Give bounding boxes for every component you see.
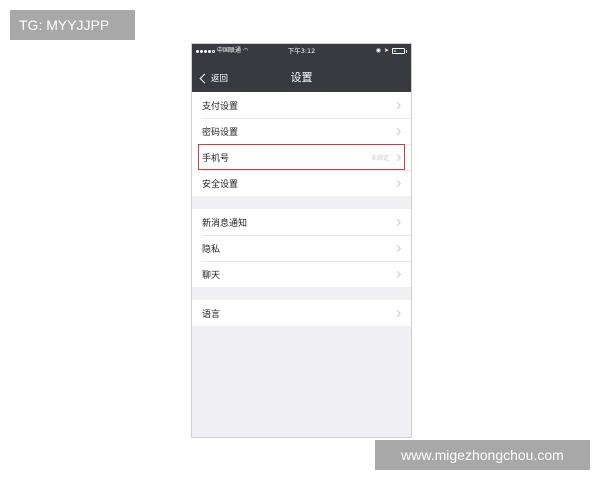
- row-label: 密码设置: [202, 127, 239, 138]
- row-label: 聊天: [202, 270, 221, 281]
- row-chat[interactable]: 聊天: [192, 261, 411, 287]
- row-new-message-notification[interactable]: 新消息通知: [192, 209, 411, 235]
- status-right: ◉ ➤: [376, 47, 407, 55]
- chevron-right-icon: [393, 179, 402, 187]
- row-privacy[interactable]: 隐私: [192, 235, 411, 261]
- watermark-tag: TG: MYYJJPP: [10, 10, 135, 40]
- chevron-right-icon: [393, 309, 402, 317]
- row-payment-settings[interactable]: 支付设置: [192, 92, 411, 118]
- battery-tip: [406, 49, 407, 53]
- battery-fill: [394, 50, 396, 53]
- alarm-icon: ◉: [375, 47, 381, 54]
- settings-group-account: 支付设置 密码设置 手机号 未绑定 安全设置: [192, 92, 411, 196]
- settings-group-language: 语言: [192, 300, 411, 326]
- location-icon: ➤: [383, 47, 389, 54]
- chevron-right-icon: [393, 218, 402, 226]
- row-label: 手机号: [202, 153, 230, 164]
- settings-group-general: 新消息通知 隐私 聊天: [192, 209, 411, 287]
- row-language[interactable]: 语言: [192, 300, 411, 326]
- row-value: 未绑定: [370, 154, 389, 162]
- watermark-site: www.migezhongchou.com: [375, 440, 590, 470]
- row-phone-number[interactable]: 手机号 未绑定: [192, 144, 411, 170]
- phone-screen: 中国联通 ◠ 下午3:12 ◉ ➤ 返回 设置 支付设置 密码设置 手机号 未绑…: [191, 43, 412, 438]
- row-label: 安全设置: [202, 179, 239, 190]
- row-label: 新消息通知: [202, 218, 248, 229]
- chevron-right-icon: [393, 153, 402, 161]
- chevron-right-icon: [393, 244, 402, 252]
- row-security-settings[interactable]: 安全设置: [192, 170, 411, 196]
- page-title: 设置: [290, 71, 313, 84]
- row-label: 隐私: [202, 244, 221, 255]
- row-password-settings[interactable]: 密码设置: [192, 118, 411, 144]
- chevron-right-icon: [393, 101, 402, 109]
- row-label: 语言: [202, 309, 221, 320]
- row-label: 支付设置: [202, 101, 239, 112]
- status-bar: 中国联通 ◠ 下午3:12 ◉ ➤: [192, 44, 411, 58]
- battery-icon: [392, 48, 405, 54]
- chevron-right-icon: [393, 270, 402, 278]
- chevron-right-icon: [393, 127, 402, 135]
